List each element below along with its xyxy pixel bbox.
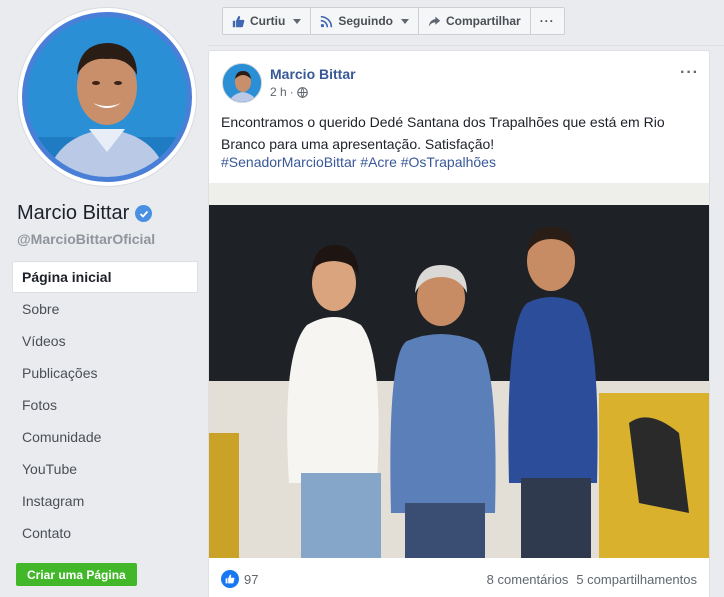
like-reaction-icon[interactable] — [221, 570, 239, 588]
page-nav: Página inicial Sobre Vídeos Publicações … — [12, 261, 198, 549]
nav-item-about[interactable]: Sobre — [12, 293, 198, 325]
share-arrow-icon — [428, 16, 441, 26]
page-title: Marcio Bittar — [17, 202, 153, 225]
post-hashtags[interactable]: #SenadorMarcioBittar #Acre #OsTrapalhões — [221, 154, 496, 170]
page-action-bar: Curtiu Seguindo Compartilhar ··· — [222, 7, 565, 35]
post-stats: 8 comentários 5 compartilhamentos — [487, 572, 697, 587]
chevron-down-icon — [293, 18, 302, 24]
verified-badge-icon — [135, 205, 153, 222]
reaction-count[interactable]: 97 — [244, 572, 258, 587]
share-page-label: Compartilhar — [446, 14, 521, 28]
comment-count[interactable]: 8 comentários — [487, 572, 569, 587]
create-page-button[interactable]: Criar uma Página — [16, 563, 137, 586]
globe-icon — [296, 86, 308, 98]
page-name-text: Marcio Bittar — [17, 202, 130, 224]
avatar-image — [223, 64, 261, 102]
post-options-icon[interactable]: ··· — [680, 64, 699, 82]
page-username[interactable]: @MarcioBittarOficial — [17, 231, 155, 247]
nav-item-instagram[interactable]: Instagram — [12, 485, 198, 517]
post-author-name[interactable]: Marcio Bittar — [270, 66, 356, 82]
post-footer: 97 8 comentários 5 compartilhamentos — [209, 558, 709, 597]
post-card: Marcio Bittar 2 h · ··· Encontramos o qu… — [208, 50, 710, 597]
share-page-button[interactable]: Compartilhar — [419, 8, 531, 34]
nav-item-contact[interactable]: Contato — [12, 517, 198, 549]
rss-follow-icon — [321, 15, 333, 27]
nav-item-posts[interactable]: Publicações — [12, 357, 198, 389]
nav-item-community[interactable]: Comunidade — [12, 421, 198, 453]
meta-separator: · — [289, 85, 294, 99]
more-dots-icon: ··· — [539, 14, 555, 28]
group-photo-image — [209, 183, 709, 558]
nav-item-photos[interactable]: Fotos — [12, 389, 198, 421]
post-text: Encontramos o querido Dedé Santana dos T… — [221, 114, 665, 152]
nav-item-youtube[interactable]: YouTube — [12, 453, 198, 485]
profile-photo-ring — [22, 12, 192, 182]
post-timestamp[interactable]: 2 h — [270, 85, 287, 99]
post-author-avatar[interactable] — [222, 63, 262, 103]
divider — [208, 45, 724, 46]
share-count[interactable]: 5 compartilhamentos — [576, 572, 697, 587]
profile-picture[interactable] — [18, 8, 196, 186]
follow-page-button[interactable]: Seguindo — [311, 8, 419, 34]
more-options-button[interactable]: ··· — [531, 8, 564, 34]
nav-item-videos[interactable]: Vídeos — [12, 325, 198, 357]
follow-page-label: Seguindo — [338, 14, 393, 28]
profile-photo-image — [27, 17, 187, 177]
post-photo[interactable] — [209, 183, 709, 558]
like-page-label: Curtiu — [250, 14, 286, 28]
like-page-button[interactable]: Curtiu — [223, 8, 312, 34]
nav-item-home[interactable]: Página inicial — [12, 261, 198, 293]
post-meta: 2 h · — [270, 85, 308, 99]
page-sidebar: Marcio Bittar @MarcioBittarOficial Págin… — [0, 0, 208, 597]
chevron-down-icon — [401, 18, 409, 24]
thumbs-up-icon — [232, 15, 245, 27]
